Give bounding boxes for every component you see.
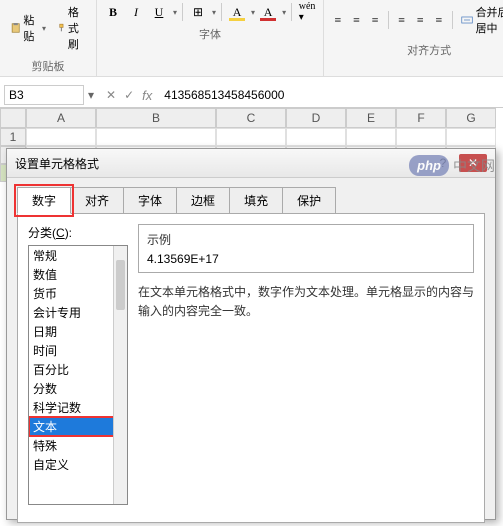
clipboard-group-label: 剪贴板 xyxy=(32,56,65,76)
tab-fill[interactable]: 填充 xyxy=(229,187,283,214)
cell[interactable] xyxy=(446,128,496,146)
category-label: 分类(C): xyxy=(28,224,128,241)
paste-label: 粘贴 xyxy=(23,12,39,44)
tab-protect[interactable]: 保护 xyxy=(282,187,336,214)
select-all-corner[interactable] xyxy=(0,108,26,128)
border-button[interactable]: ⊞ xyxy=(188,2,208,22)
example-value: 4.13569E+17 xyxy=(147,252,465,266)
paste-button[interactable]: 粘贴▾ xyxy=(6,10,50,46)
merge-cells-button[interactable]: 合并后居中▾ xyxy=(457,2,503,38)
tab-number[interactable]: 数字 xyxy=(17,187,71,214)
align-group-label: 对齐方式 xyxy=(407,40,451,60)
tab-align[interactable]: 对齐 xyxy=(70,187,124,214)
col-header[interactable]: D xyxy=(286,108,346,128)
format-painter-button[interactable]: 格式刷 xyxy=(53,2,90,54)
dialog-tabs: 数字 对齐 字体 边框 填充 保护 xyxy=(17,186,485,213)
align-right-button[interactable]: ≡ xyxy=(431,10,447,30)
format-painter-label: 格式刷 xyxy=(68,4,86,52)
cell[interactable] xyxy=(26,128,96,146)
brush-icon xyxy=(57,20,66,36)
cell[interactable] xyxy=(96,128,216,146)
name-box[interactable]: B3 xyxy=(4,85,84,105)
chevron-down-icon: ▾ xyxy=(212,8,216,17)
cell[interactable] xyxy=(346,128,396,146)
category-panel: 分类(C): 常规 数值 货币 会计专用 日期 时间 百分比 分数 科学记数 文… xyxy=(28,224,128,512)
php-badge: php xyxy=(409,155,449,176)
col-header[interactable]: A xyxy=(26,108,96,128)
formula-bar[interactable]: 413568513458456000 xyxy=(160,86,503,104)
format-cells-dialog: 设置单元格格式 ? ✕ 数字 对齐 字体 边框 填充 保护 分类(C): 常规 … xyxy=(6,148,496,520)
col-header[interactable]: C xyxy=(216,108,286,128)
fill-color-button[interactable]: A xyxy=(227,2,247,22)
cancel-icon[interactable]: ✕ xyxy=(106,88,116,102)
ribbon-clipboard-group: 粘贴▾ 格式刷 剪贴板 xyxy=(0,0,97,76)
font-color-button[interactable]: A xyxy=(258,2,278,22)
chevron-down-icon: ▾ xyxy=(282,8,286,17)
chevron-down-icon: ▾ xyxy=(173,8,177,17)
italic-button[interactable]: I xyxy=(126,2,146,22)
dialog-title: 设置单元格格式 xyxy=(15,155,99,172)
scrollbar[interactable] xyxy=(113,246,127,504)
phonetic-button[interactable]: wén▾ xyxy=(297,2,317,22)
align-bottom-button[interactable]: ≡ xyxy=(367,10,383,30)
paste-icon xyxy=(10,20,21,36)
confirm-icon[interactable]: ✓ xyxy=(124,88,134,102)
merge-icon xyxy=(461,12,473,28)
ribbon: 粘贴▾ 格式刷 剪贴板 B I U▾ ⊞▾ A▾ A▾ wén▾ 字体 ≡ ≡ … xyxy=(0,0,503,77)
align-middle-button[interactable]: ≡ xyxy=(349,10,365,30)
chevron-down-icon: ▾ xyxy=(251,8,255,17)
underline-button[interactable]: U xyxy=(149,2,169,22)
col-header[interactable]: G xyxy=(446,108,496,128)
cell[interactable] xyxy=(216,128,286,146)
cell[interactable] xyxy=(286,128,346,146)
dialog-body: 分类(C): 常规 数值 货币 会计专用 日期 时间 百分比 分数 科学记数 文… xyxy=(17,213,485,523)
col-header[interactable]: F xyxy=(396,108,446,128)
format-description: 在文本单元格格式中，数字作为文本处理。单元格显示的内容与输入的内容完全一致。 xyxy=(138,283,474,321)
category-list[interactable]: 常规 数值 货币 会计专用 日期 时间 百分比 分数 科学记数 文本 特殊 自定… xyxy=(28,245,128,505)
fx-icon[interactable]: fx xyxy=(142,88,152,103)
watermark: php 中文网 xyxy=(409,155,495,176)
font-group-label: 字体 xyxy=(199,24,221,44)
align-top-button[interactable]: ≡ xyxy=(330,10,346,30)
align-left-button[interactable]: ≡ xyxy=(394,10,410,30)
row-header[interactable]: 1 xyxy=(0,128,26,146)
preview-panel: 示例 4.13569E+17 在文本单元格格式中，数字作为文本处理。单元格显示的… xyxy=(138,224,474,512)
ribbon-align-group: ≡ ≡ ≡ ≡ ≡ ≡ 合并后居中▾ 对齐方式 xyxy=(324,0,503,76)
cell[interactable] xyxy=(396,128,446,146)
chevron-down-icon: ▾ xyxy=(42,24,46,33)
col-header[interactable]: B xyxy=(96,108,216,128)
col-header[interactable]: E xyxy=(346,108,396,128)
tab-font[interactable]: 字体 xyxy=(123,187,177,214)
bold-button[interactable]: B xyxy=(103,2,123,22)
namebox-dropdown[interactable]: ▾ xyxy=(84,88,98,102)
example-box: 示例 4.13569E+17 xyxy=(138,224,474,273)
merge-label: 合并后居中 xyxy=(476,4,503,36)
tab-border[interactable]: 边框 xyxy=(176,187,230,214)
ribbon-font-group: B I U▾ ⊞▾ A▾ A▾ wén▾ 字体 xyxy=(97,0,324,76)
watermark-text: 中文网 xyxy=(453,156,495,176)
align-center-button[interactable]: ≡ xyxy=(412,10,428,30)
namebox-row: B3 ▾ ✕ ✓ fx 413568513458456000 xyxy=(0,83,503,108)
example-label: 示例 xyxy=(147,231,465,248)
